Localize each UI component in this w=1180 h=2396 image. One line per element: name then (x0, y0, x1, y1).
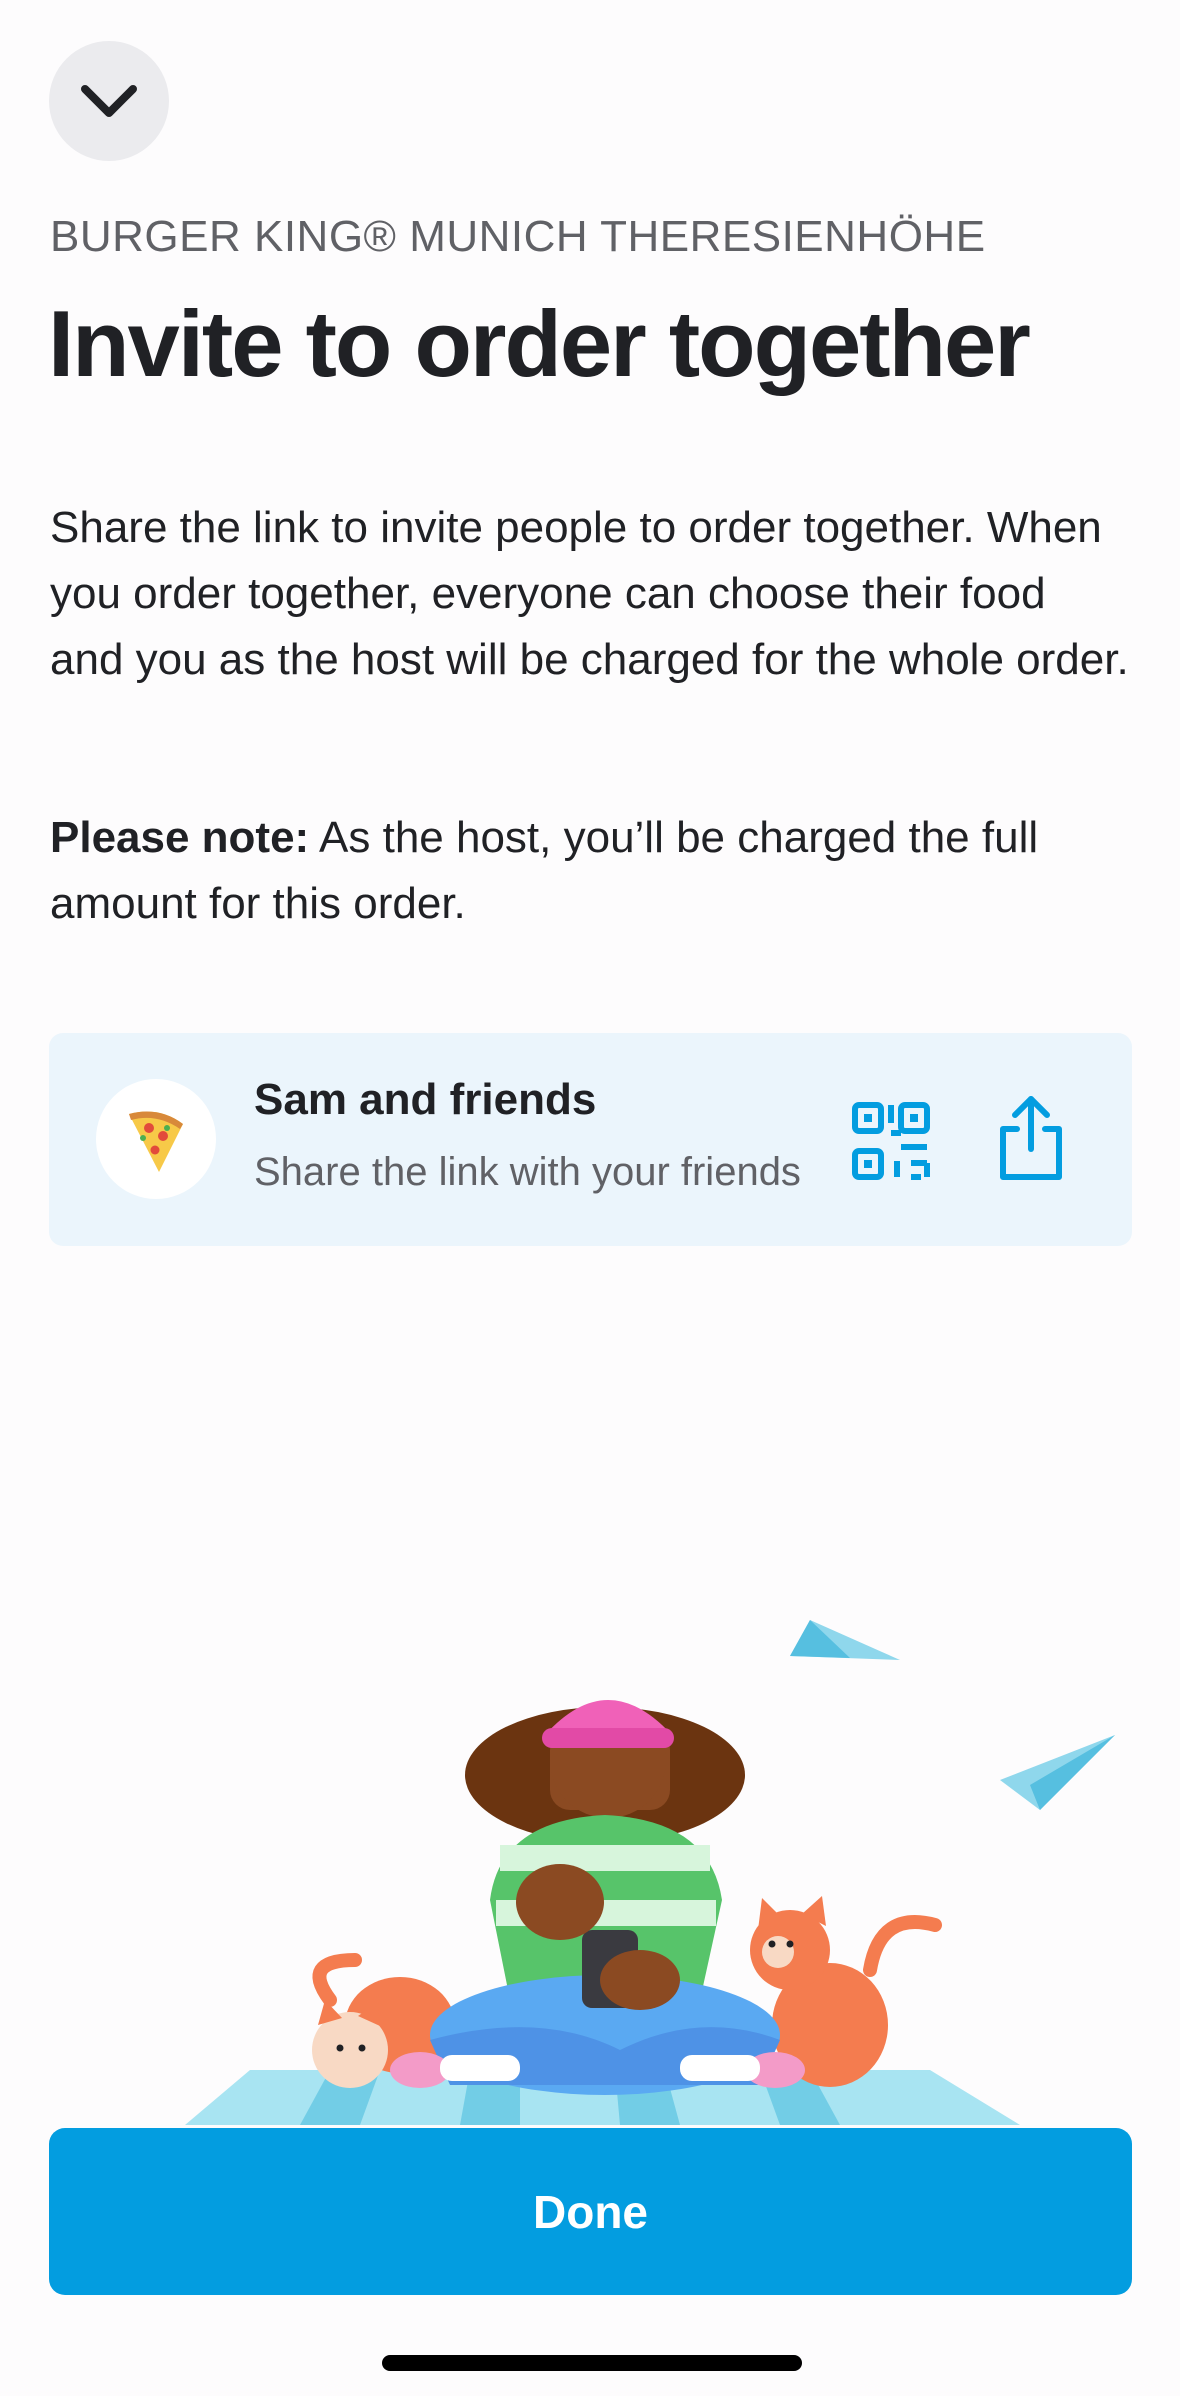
pizza-icon (129, 1111, 183, 1172)
group-subtitle: Share the link with your friends (254, 1150, 801, 1194)
qr-code-button[interactable] (851, 1101, 931, 1181)
share-icon (1000, 1096, 1062, 1180)
chevron-down-icon (81, 85, 137, 117)
qr-code-icon (852, 1102, 930, 1180)
order-together-illustration (185, 1620, 1115, 2125)
page-title: Invite to order together (48, 291, 1031, 396)
close-button[interactable] (49, 41, 169, 161)
share-button[interactable] (991, 1093, 1071, 1183)
host-note: Please note: As the host, you’ll be char… (50, 805, 1130, 937)
paper-plane-icon (790, 1620, 900, 1660)
group-avatar (96, 1079, 216, 1199)
venue-name: BURGER KING® MUNICH THERESIENHÖHE (50, 212, 986, 261)
group-name: Sam and friends (254, 1075, 597, 1124)
description: Share the link to invite people to order… (50, 503, 1129, 684)
home-indicator (382, 2355, 802, 2371)
person (390, 1700, 805, 2095)
paper-plane-icon (1000, 1735, 1115, 1810)
done-button[interactable]: Done (49, 2128, 1132, 2295)
note-label: Please note: (50, 813, 310, 862)
group-card: Sam and friends Share the link with your… (49, 1033, 1132, 1246)
